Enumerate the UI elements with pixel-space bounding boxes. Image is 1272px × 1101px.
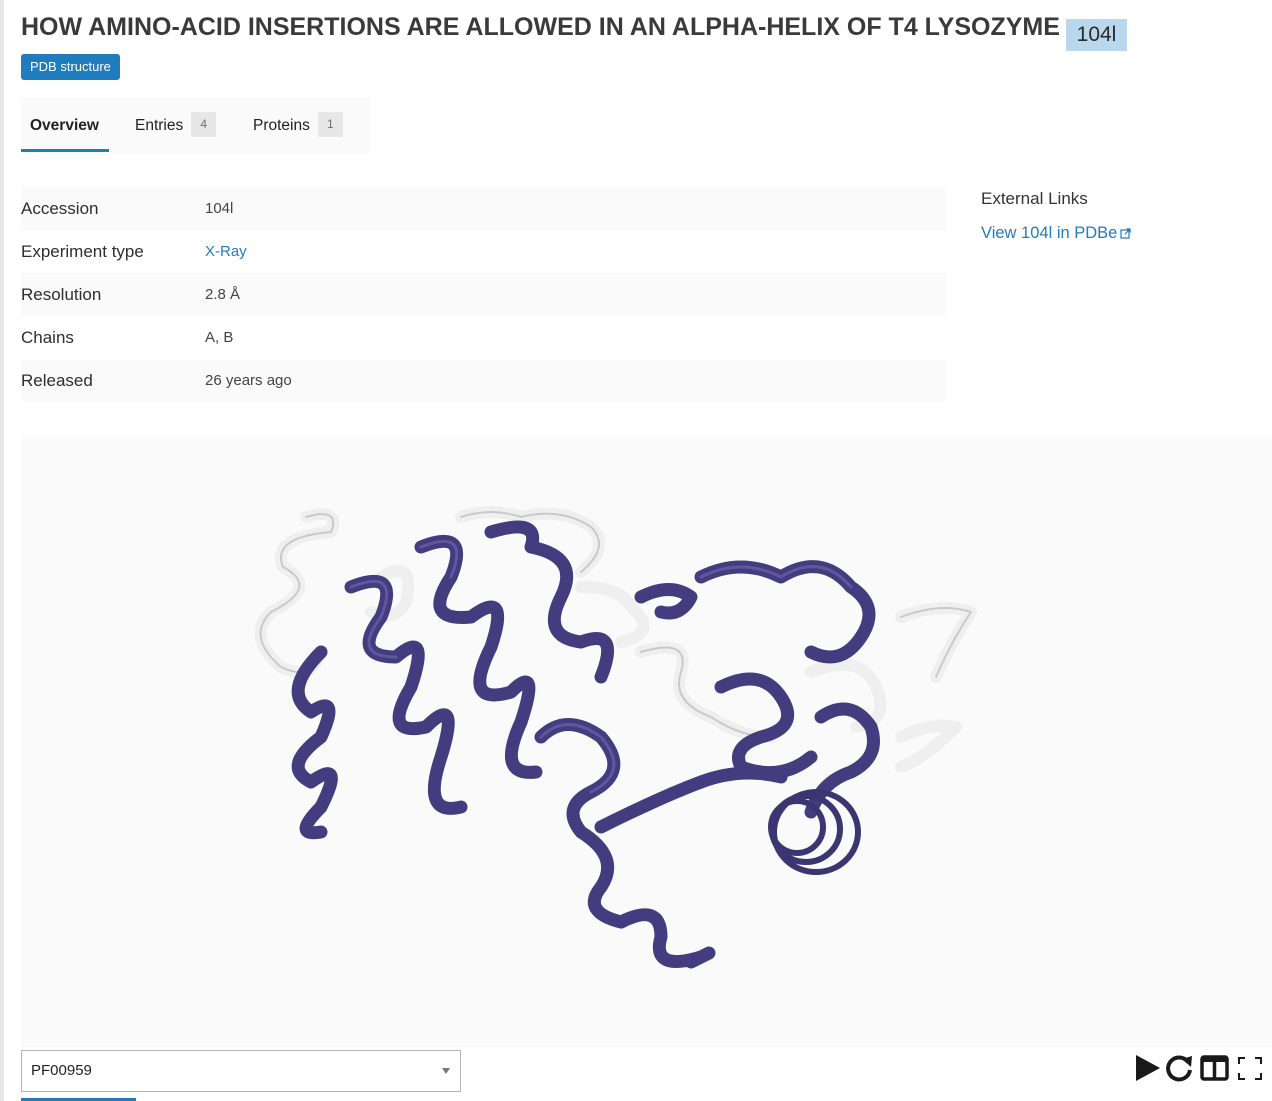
active-tab-indicator	[21, 149, 109, 152]
split-view-button[interactable]	[1200, 1052, 1230, 1084]
page-title: HOW AMINO-ACID INSERTIONS ARE ALLOWED IN…	[21, 13, 1060, 41]
pdbe-link[interactable]: View 104l in PDBe	[981, 223, 1251, 243]
detail-row-released: Released 26 years ago	[21, 359, 946, 402]
tab-entries-count: 4	[191, 112, 217, 138]
protein-structure-image	[254, 506, 977, 969]
structure-viewer[interactable]	[21, 437, 1272, 1047]
experiment-type-link[interactable]: X-Ray	[205, 230, 247, 273]
detail-value: 26 years ago	[205, 372, 292, 389]
detail-row-experiment-type: Experiment type X-Ray	[21, 230, 946, 273]
tab-entries[interactable]: Entries 4	[135, 98, 217, 154]
accession-badge: 104l	[1066, 19, 1127, 51]
detail-key: Resolution	[21, 285, 102, 304]
tab-entries-label: Entries	[135, 117, 184, 134]
detail-key: Chains	[21, 328, 74, 347]
tab-overview[interactable]: Overview	[30, 98, 99, 154]
pdbe-link-label: View 104l in PDBe	[981, 224, 1118, 242]
chevron-down-icon	[442, 1068, 450, 1074]
fullscreen-icon	[1238, 1057, 1262, 1080]
tab-bar: Overview Entries 4 Proteins 1	[21, 98, 370, 154]
domain-select-value: PF00959	[31, 1062, 92, 1079]
detail-row-resolution: Resolution 2.8 Å	[21, 273, 946, 316]
detail-value: 104l	[205, 200, 234, 217]
left-border	[0, 0, 4, 1101]
detail-key: Released	[21, 371, 93, 390]
viewer-controls	[1133, 1052, 1267, 1084]
tab-proteins-label: Proteins	[253, 117, 310, 134]
domain-select[interactable]: PF00959	[21, 1050, 461, 1092]
title-row: HOW AMINO-ACID INSERTIONS ARE ALLOWED IN…	[21, 12, 1261, 52]
details-table: Accession 104l Experiment type X-Ray Res…	[21, 187, 946, 402]
split-view-icon	[1200, 1055, 1229, 1081]
fullscreen-button[interactable]	[1235, 1052, 1265, 1084]
detail-key: Accession	[21, 199, 99, 218]
external-links-title: External Links	[981, 189, 1088, 208]
detail-key: Experiment type	[21, 242, 144, 261]
play-button[interactable]	[1133, 1052, 1163, 1084]
detail-value: 2.8 Å	[205, 286, 241, 303]
type-tag: PDB structure	[21, 54, 120, 80]
detail-value: A, B	[205, 329, 234, 346]
external-links-panel: External Links View 104l in PDBe	[981, 188, 1251, 243]
redo-icon	[1166, 1055, 1192, 1082]
reset-rotation-button[interactable]	[1165, 1052, 1195, 1084]
play-icon	[1136, 1055, 1160, 1081]
detail-row-accession: Accession 104l	[21, 187, 946, 230]
external-link-icon	[1120, 228, 1131, 239]
tab-overview-label: Overview	[30, 117, 99, 134]
detail-row-chains: Chains A, B	[21, 316, 946, 359]
tab-proteins-count: 1	[317, 112, 343, 138]
tab-proteins[interactable]: Proteins 1	[253, 98, 343, 154]
